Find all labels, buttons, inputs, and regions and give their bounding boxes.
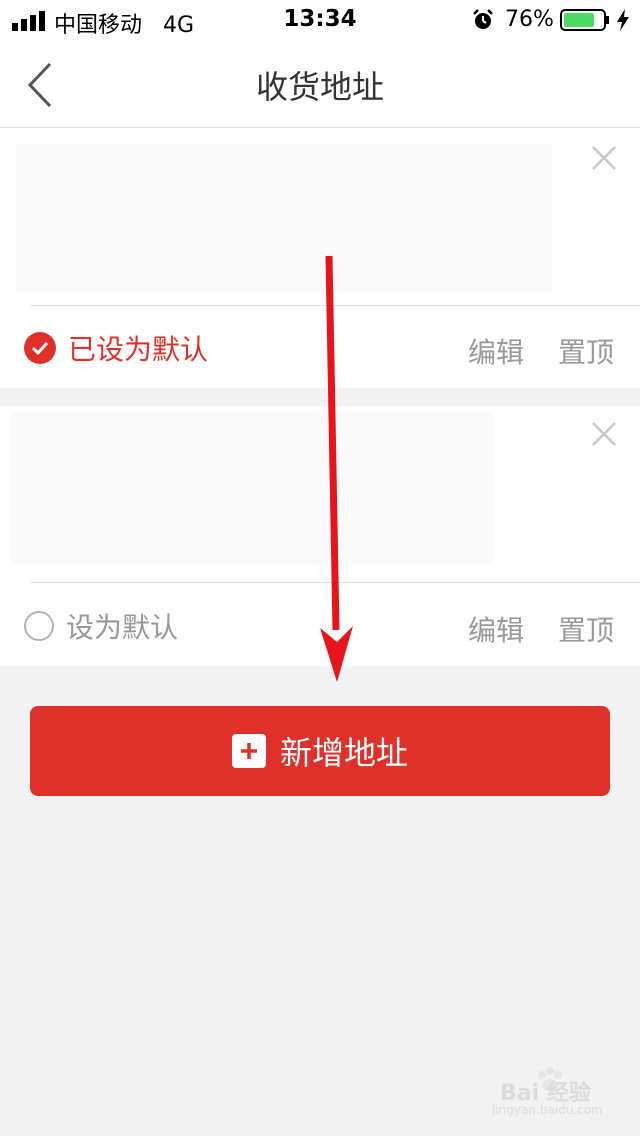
edit-button[interactable]: 编辑 [468, 609, 524, 649]
address-content[interactable] [16, 144, 552, 292]
edit-button[interactable]: 编辑 [468, 331, 524, 371]
close-icon[interactable] [590, 144, 618, 172]
page-title: 收货地址 [255, 68, 384, 106]
nav-bar: 收货地址 [0, 40, 640, 128]
watermark-sub: jingyan.baidu.com [492, 1103, 603, 1117]
radio-icon [24, 611, 54, 641]
add-address-button[interactable]: 新增地址 [30, 706, 610, 796]
pin-top-button[interactable]: 置顶 [558, 609, 614, 649]
alarm-icon [473, 9, 493, 29]
add-address-label: 新增地址 [279, 734, 408, 772]
default-toggle[interactable]: 设为默认 [24, 608, 178, 644]
address-content[interactable] [10, 412, 494, 564]
annotation-arrow-icon [320, 255, 353, 682]
default-toggle[interactable]: 已设为默认 [24, 330, 208, 366]
pin-top-button[interactable]: 置顶 [558, 331, 614, 371]
default-label: 已设为默认 [68, 333, 209, 366]
battery-percent: 76% [505, 7, 554, 32]
charging-icon [617, 9, 629, 31]
battery-icon [560, 9, 609, 31]
default-label: 设为默认 [66, 611, 179, 644]
status-bar: 中国移动 4G 13:34 76% [0, 0, 640, 40]
plus-icon [231, 734, 266, 768]
check-icon [24, 332, 56, 364]
close-icon[interactable] [590, 420, 618, 448]
